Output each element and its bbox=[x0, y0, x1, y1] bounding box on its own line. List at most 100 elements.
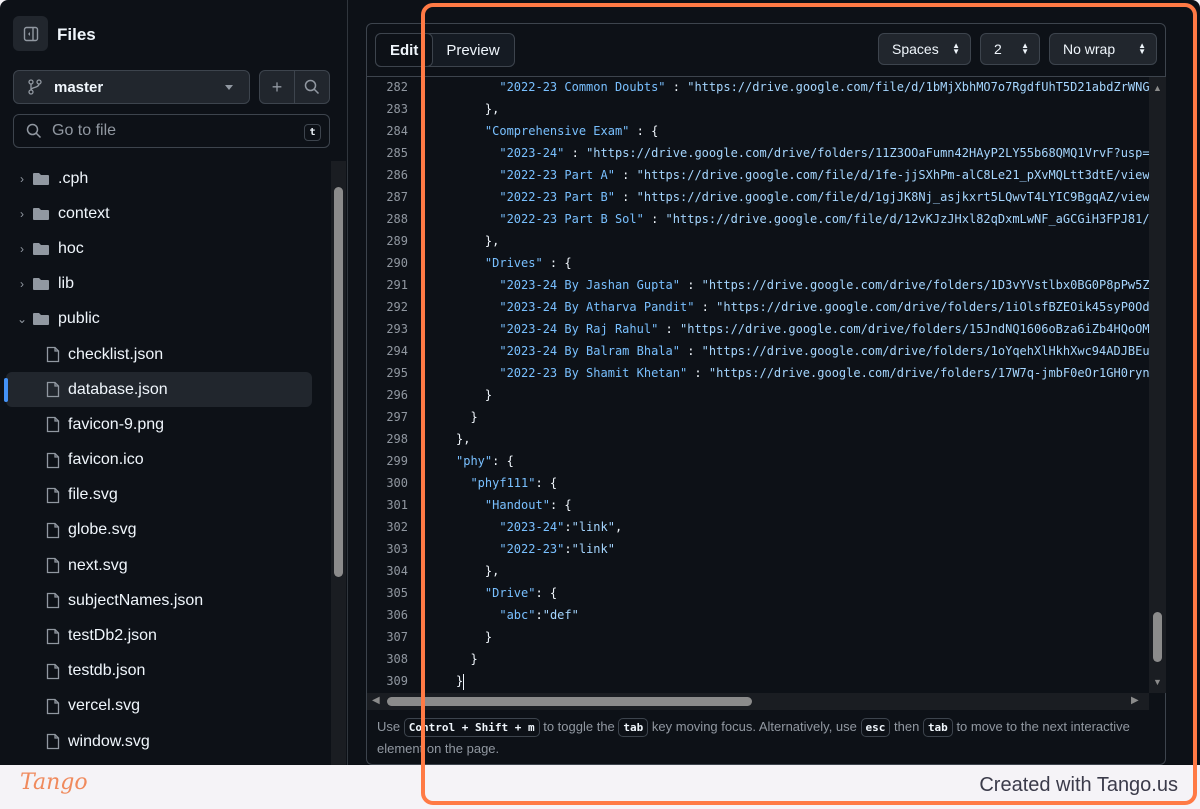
file-item[interactable]: database.json bbox=[4, 372, 312, 408]
chevron-right-icon[interactable]: › bbox=[6, 207, 32, 221]
tree-item-label: vercel.svg bbox=[68, 697, 141, 715]
file-icon bbox=[46, 452, 60, 468]
file-item[interactable]: favicon-9.png bbox=[6, 407, 312, 442]
file-item[interactable]: next.svg bbox=[6, 548, 312, 583]
file-icon bbox=[46, 628, 60, 644]
file-item[interactable]: favicon.ico bbox=[6, 443, 312, 478]
tree-item-label: subjectNames.json bbox=[68, 591, 204, 609]
file-tree: › .cph › context › hoc › lib ⌄ public checklist.js… bbox=[0, 161, 330, 759]
tango-logo: Tango bbox=[20, 770, 88, 795]
line-number: 306 bbox=[386, 608, 408, 622]
indent-mode-value: Spaces bbox=[892, 41, 939, 57]
tree-item-label: database.json bbox=[68, 380, 168, 398]
vertical-scrollbar[interactable]: ▲ ▼ bbox=[1149, 77, 1166, 693]
indent-size-select[interactable]: 2 ▲ ▼ bbox=[980, 33, 1040, 65]
file-icon bbox=[46, 382, 60, 398]
line-number: 282 bbox=[386, 80, 408, 94]
file-item[interactable]: vercel.svg bbox=[6, 689, 312, 724]
hint-key: tab bbox=[618, 718, 649, 737]
file-item[interactable]: subjectNames.json bbox=[6, 583, 312, 618]
chevron-right-icon[interactable]: › bbox=[6, 277, 32, 291]
code-line: 296 } bbox=[367, 384, 1149, 406]
scroll-up-icon[interactable]: ▲ bbox=[1153, 83, 1162, 93]
code-line: 292 "2023-24 By Atharva Pandit" : "https… bbox=[367, 296, 1149, 318]
sidebar-scrollbar[interactable] bbox=[331, 161, 346, 765]
hint-text: Use bbox=[377, 719, 401, 734]
file-item[interactable]: file.svg bbox=[6, 478, 312, 513]
add-file-button[interactable]: + bbox=[260, 71, 295, 103]
line-number: 283 bbox=[386, 102, 408, 116]
line-content: }, bbox=[456, 432, 471, 446]
file-item[interactable]: testdb.json bbox=[6, 654, 312, 689]
go-to-file-placeholder: Go to file bbox=[52, 122, 117, 139]
branch-selector[interactable]: master bbox=[13, 70, 250, 104]
horizontal-scroll-thumb[interactable] bbox=[387, 697, 752, 706]
file-item[interactable]: checklist.json bbox=[6, 337, 312, 372]
scroll-right-icon[interactable]: ▶ bbox=[1131, 695, 1139, 706]
folder-item[interactable]: › hoc bbox=[6, 231, 312, 266]
code-line: 307 } bbox=[367, 626, 1149, 648]
folder-item[interactable]: ⌄ public bbox=[6, 302, 312, 337]
chevron-right-icon[interactable]: › bbox=[6, 242, 32, 256]
folder-item[interactable]: › .cph bbox=[6, 161, 312, 196]
line-number: 293 bbox=[386, 322, 408, 336]
tree-item-label: testDb2.json bbox=[68, 627, 157, 645]
code-line: 297 } bbox=[367, 406, 1149, 428]
code-line: 290 "Drives" : { bbox=[367, 252, 1149, 274]
tab-preview[interactable]: Preview bbox=[432, 34, 513, 66]
file-icon bbox=[46, 346, 60, 363]
tree-item-label: hoc bbox=[58, 239, 84, 257]
chevron-down-icon[interactable]: ⌄ bbox=[6, 312, 32, 326]
tab-edit[interactable]: Edit bbox=[375, 33, 434, 67]
branch-name: master bbox=[54, 78, 104, 96]
line-content: "Drive": { bbox=[484, 586, 558, 600]
scroll-left-icon[interactable]: ◀ bbox=[372, 695, 380, 706]
code-line: 289 }, bbox=[367, 230, 1149, 252]
vertical-scroll-thumb[interactable] bbox=[1153, 612, 1162, 662]
horizontal-scrollbar[interactable]: ◀ ▶ bbox=[367, 693, 1149, 710]
code-line: 283 }, bbox=[367, 98, 1149, 120]
tree-item-label: lib bbox=[58, 275, 75, 293]
search-button[interactable] bbox=[295, 71, 329, 103]
folder-item[interactable]: › lib bbox=[6, 267, 312, 302]
updown-icon: ▲ ▼ bbox=[952, 41, 960, 56]
line-content: "phy": { bbox=[456, 454, 514, 468]
hint-key: esc bbox=[860, 718, 891, 737]
line-content: "Handout": { bbox=[484, 498, 572, 512]
folder-icon bbox=[33, 278, 49, 291]
sidebar-scroll-thumb[interactable] bbox=[334, 187, 343, 577]
collapse-sidebar-button[interactable] bbox=[13, 16, 48, 51]
code-line: 284 "Comprehensive Exam" : { bbox=[367, 120, 1149, 142]
line-content: "Comprehensive Exam" : { bbox=[484, 124, 659, 138]
chevron-right-icon[interactable]: › bbox=[6, 172, 32, 186]
indent-mode-select[interactable]: Spaces ▲ ▼ bbox=[878, 33, 971, 65]
line-content: "2023-24 By Atharva Pandit" : "https://d… bbox=[499, 300, 1149, 314]
code-line: 303 "2022-23":"link" bbox=[367, 538, 1149, 560]
file-item[interactable]: window.svg bbox=[6, 724, 312, 759]
code-line: 288 "2022-23 Part B Sol" : "https://driv… bbox=[367, 208, 1149, 230]
scroll-down-icon[interactable]: ▼ bbox=[1153, 677, 1162, 687]
line-content: "2023-24 By Balram Bhala" : "https://dri… bbox=[499, 344, 1149, 358]
line-content: }, bbox=[456, 564, 500, 578]
line-number: 296 bbox=[386, 388, 408, 402]
folder-item[interactable]: › context bbox=[6, 196, 312, 231]
line-number: 299 bbox=[386, 454, 408, 468]
go-to-file-input[interactable]: Go to file t bbox=[13, 114, 330, 148]
file-icon bbox=[46, 733, 60, 750]
caret-down-icon bbox=[225, 85, 233, 94]
line-content: }, bbox=[456, 102, 500, 116]
search-icon bbox=[26, 123, 42, 139]
line-number: 288 bbox=[386, 212, 408, 226]
line-number: 302 bbox=[386, 520, 408, 534]
code-line: 300 "phyf111": { bbox=[367, 472, 1149, 494]
hint-text: key moving focus. Alternatively, use bbox=[651, 719, 857, 734]
code-area[interactable]: 282 "2022-23 Common Doubts" : "https://d… bbox=[367, 77, 1149, 693]
tree-item-label: context bbox=[58, 204, 110, 222]
file-item[interactable]: globe.svg bbox=[6, 513, 312, 548]
github-file-editor: Files master + Go to file t › .cph › contex… bbox=[0, 0, 1200, 765]
code-line: 298}, bbox=[367, 428, 1149, 450]
search-icon bbox=[304, 79, 320, 95]
wrap-mode-select[interactable]: No wrap ▲ ▼ bbox=[1049, 33, 1157, 65]
file-item[interactable]: testDb2.json bbox=[6, 618, 312, 653]
file-icon bbox=[46, 522, 60, 539]
